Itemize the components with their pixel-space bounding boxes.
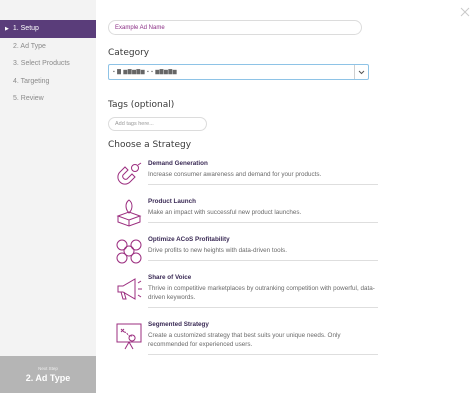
chevron-down-icon[interactable] bbox=[354, 65, 368, 79]
strategy-title-text: Demand Generation bbox=[148, 160, 208, 167]
step-setup[interactable]: ▶ 1. Setup bbox=[0, 20, 96, 38]
step-targeting[interactable]: 4. Targeting bbox=[0, 73, 96, 91]
step-review[interactable]: 5. Review bbox=[0, 90, 96, 108]
strategy-optimize-acos[interactable]: Optimize ACoS Profitability Drive profit… bbox=[108, 236, 378, 268]
rocket-box-icon bbox=[116, 199, 142, 227]
strategy-desc: Thrive in competitive marketplaces by ou… bbox=[148, 285, 375, 301]
category-select[interactable]: ▪ ▇ ▆▇▆▇▆ ▪ ▪ ▆▇▆▇▆ bbox=[108, 64, 369, 80]
category-title: Category bbox=[108, 48, 150, 58]
divider bbox=[148, 260, 378, 261]
strategy-segmented[interactable]: Segmented Strategy Create a customized s… bbox=[108, 321, 378, 355]
divider bbox=[148, 222, 378, 223]
divider bbox=[148, 307, 378, 308]
ad-name-input[interactable]: Example Ad Name bbox=[108, 20, 362, 35]
step-label: 5. Review bbox=[13, 95, 44, 103]
megaphone-icon bbox=[117, 278, 142, 300]
tags-input[interactable]: Add tags here... bbox=[108, 117, 207, 131]
strategy-board-icon bbox=[116, 323, 142, 350]
tags-title: Tags (optional) bbox=[108, 100, 175, 110]
strategy-title-text: Segmented Strategy bbox=[148, 321, 209, 328]
step-label: 3. Select Products bbox=[13, 60, 70, 68]
caret-right-icon: ▶ bbox=[5, 25, 9, 32]
divider bbox=[148, 184, 378, 185]
next-step-button[interactable]: Next Step 2. Ad Type bbox=[0, 356, 96, 393]
step-select-products[interactable]: 3. Select Products bbox=[0, 55, 96, 73]
strategy-desc: Make an impact with successful new produ… bbox=[148, 209, 302, 216]
wizard-sidebar: ▶ 1. Setup 2. Ad Type 3. Select Products… bbox=[0, 0, 96, 393]
next-step-caption: Next Step bbox=[38, 366, 58, 371]
category-value: ▪ ▇ ▆▇▆▇▆ ▪ ▪ ▆▇▆▇▆ bbox=[113, 69, 178, 75]
magnet-icon bbox=[117, 162, 142, 185]
step-label: 4. Targeting bbox=[13, 77, 50, 85]
strategy-desc: Increase consumer awareness and demand f… bbox=[148, 171, 322, 178]
strategy-title-text: Product Launch bbox=[148, 198, 196, 205]
strategy-title-text: Share of Voice bbox=[148, 274, 192, 281]
strategy-desc: Create a customized strategy that best s… bbox=[148, 332, 341, 348]
strategy-demand-generation[interactable]: Demand Generation Increase consumer awar… bbox=[108, 160, 378, 192]
strategy-desc: Drive profits to new heights with data-d… bbox=[148, 247, 287, 254]
strategy-title-text: Optimize ACoS Profitability bbox=[148, 236, 230, 243]
strategy-share-of-voice[interactable]: Share of Voice Thrive in competitive mar… bbox=[108, 274, 378, 308]
next-step-label: 2. Ad Type bbox=[25, 373, 71, 383]
divider bbox=[148, 354, 378, 355]
step-ad-type[interactable]: 2. Ad Type bbox=[0, 38, 96, 56]
close-icon[interactable] bbox=[460, 7, 470, 17]
coins-icon bbox=[116, 239, 142, 264]
step-label: 1. Setup bbox=[12, 25, 39, 33]
strategy-title: Choose a Strategy bbox=[108, 140, 192, 150]
step-label: 2. Ad Type bbox=[13, 42, 46, 50]
strategy-product-launch[interactable]: Product Launch Make an impact with succe… bbox=[108, 198, 378, 230]
